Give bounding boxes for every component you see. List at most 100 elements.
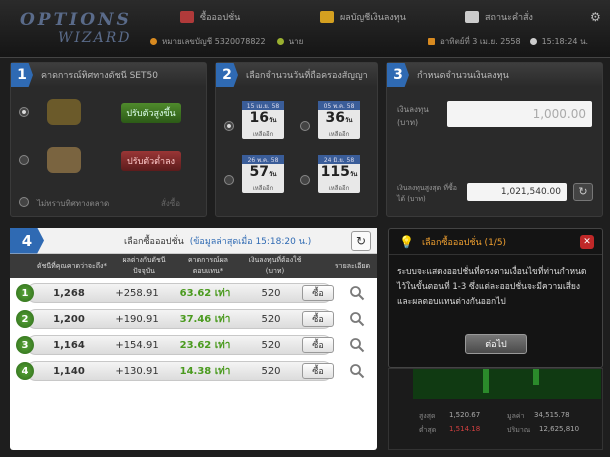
stat-amt: 12,625,810 — [539, 425, 580, 433]
stat-low-label: ต่ำสุด — [419, 426, 437, 434]
user-icon — [276, 37, 284, 45]
step4-panel: 4 เลือกซื้อออปชั่น (ข้อมูลล่าสุดเมื่อ 15… — [10, 227, 377, 450]
expiry-option-3[interactable]: 26 พ.ค. 58 57วัน เหลืออีก — [242, 155, 284, 193]
index-diff: +154.91 — [115, 339, 159, 351]
stat-high-label: สูงสุด — [419, 412, 436, 420]
step-title: เลือกซื้อออปชั่น — [124, 236, 184, 247]
max-invest-label: เงินลงทุนสูงสุด ที่ซื้อได้ (บาท) — [397, 184, 458, 203]
step-number: 4 — [10, 227, 44, 254]
stat-vol-label: มูลค่า — [507, 412, 525, 420]
max-invest-value: 1,021,540.00 — [467, 183, 567, 201]
expected-return: 37.46 เท่า — [179, 313, 231, 325]
stat-low: 1,514.18 — [449, 425, 481, 433]
cart-icon — [180, 11, 194, 23]
app-logo-sub: WIZARD — [58, 30, 132, 46]
step-title: เลือกจำนวนวันที่ถือครองสัญญา — [246, 71, 368, 81]
expected-return: 63.62 เท่า — [179, 287, 231, 299]
row-number: 1 — [16, 284, 34, 302]
account-icon — [150, 37, 157, 45]
search-icon[interactable] — [349, 337, 365, 353]
bull-icon — [47, 99, 81, 125]
refresh-max-button[interactable]: ↻ — [573, 183, 593, 201]
search-icon[interactable] — [349, 285, 365, 301]
buy-button[interactable]: ซื้อ — [302, 337, 334, 353]
chart-plot — [413, 369, 601, 399]
tab-buy-options[interactable]: ซื้อออปชั่น — [180, 8, 240, 26]
radio-expiry-3[interactable] — [224, 175, 234, 185]
index-diff: +190.91 — [115, 313, 159, 325]
top-bar: OPTIONS WIZARD ซื้อออปชั่น ผลบัญชีเงินลง… — [0, 0, 610, 58]
step1-panel: 1 คาดการณ์ทิศทางดัชนี SET50 ปรับตัวสูงขึ… — [10, 62, 207, 217]
app-logo: OPTIONS — [20, 10, 132, 30]
index-diff: +130.91 — [115, 365, 159, 377]
price-chart: สูงสุด 1,520.67 มูลค่า 34,515.78 ต่ำสุด … — [388, 368, 603, 450]
col-diff: ผลต่างกับดัชนีปัจจุบัน — [122, 256, 166, 275]
search-icon[interactable] — [349, 363, 365, 379]
buy-button[interactable]: ซื้อ — [302, 363, 334, 379]
search-icon[interactable] — [349, 311, 365, 327]
stat-vol: 34,515.78 — [534, 411, 570, 419]
step3-panel: 3 กำหนดจำนวนเงินลงทุน เงินลงทุน (บาท) 1,… — [386, 62, 603, 217]
radio-expiry-4[interactable] — [300, 175, 310, 185]
col-target: ดัชนีที่คุณคาดว่าจะถึง* — [37, 261, 107, 270]
bull-option-button[interactable]: ปรับตัวสูงขึ้น — [121, 103, 181, 123]
last-updated: (ข้อมูลล่าสุดเมื่อ 15:18:20 น.) — [189, 236, 312, 247]
required-cost: 520 — [261, 365, 281, 377]
table-header: ดัชนีที่คุณคาดว่าจะถึง* ผลต่างกับดัชนีปั… — [10, 254, 377, 278]
refresh-icon: ↻ — [578, 185, 588, 198]
radio-sideways[interactable] — [19, 197, 29, 207]
required-cost: 520 — [261, 339, 281, 351]
radio-bull[interactable] — [19, 107, 29, 117]
gear-icon: ⚙ — [590, 10, 601, 24]
table-row: 3 1,164 +154.91 23.62 เท่า 520 ซื้อ — [16, 334, 371, 356]
col-return: คาดการณ์ผลตอบแทน* — [188, 256, 228, 275]
expected-return: 23.62 เท่า — [179, 339, 231, 351]
step-number: 2 — [216, 63, 238, 87]
expiry-option-2[interactable]: 05 พ.ค. 58 36วัน เหลืออีก — [318, 101, 360, 139]
row-number: 3 — [16, 336, 34, 354]
required-cost: 520 — [261, 313, 281, 325]
sideways-hint: สั่งซื้อ — [161, 199, 181, 208]
tab-portfolio[interactable]: ผลบัญชีเงินลงทุน — [320, 8, 406, 26]
col-details: รายละเอียด — [334, 261, 370, 270]
bear-icon — [47, 147, 81, 173]
refresh-button[interactable]: ↻ — [351, 231, 371, 251]
expected-return: 14.38 เท่า — [179, 365, 231, 377]
table-row: 2 1,200 +190.91 37.46 เท่า 520 ซื้อ — [16, 308, 371, 330]
settings-button[interactable]: ⚙ — [590, 8, 601, 26]
buy-button[interactable]: ซื้อ — [302, 285, 334, 301]
lightbulb-icon: 💡 — [399, 234, 414, 249]
step2-panel: 2 เลือกจำนวนวันที่ถือครองสัญญา 15 เม.ย. … — [215, 62, 378, 217]
buy-button[interactable]: ซื้อ — [302, 311, 334, 327]
row-number: 4 — [16, 362, 34, 380]
table-row: 1 1,268 +258.91 63.62 เท่า 520 ซื้อ — [16, 282, 371, 304]
target-index: 1,164 — [53, 339, 85, 351]
stat-amt-label: ปริมาณ — [507, 426, 531, 434]
step-title: คาดการณ์ทิศทางดัชนี SET50 — [41, 71, 158, 81]
tip-title: เลือกซื้อออปชั่น (1/5) — [421, 237, 507, 248]
calendar-icon — [428, 37, 435, 45]
clock-icon — [529, 37, 537, 45]
invest-label: เงินลงทุน (บาท) — [397, 105, 429, 127]
target-index: 1,268 — [53, 287, 85, 299]
chart-bar — [483, 369, 489, 393]
col-cost: เงินลงทุนที่ต้องใช้ (บาท) — [248, 256, 302, 275]
stat-high: 1,520.67 — [449, 411, 481, 419]
close-icon[interactable]: ✕ — [580, 235, 594, 249]
expiry-option-1[interactable]: 15 เม.ย. 58 16วัน เหลืออีก — [242, 101, 284, 139]
invest-amount-input[interactable]: 1,000.00 — [447, 101, 592, 127]
help-tip-panel: 💡 เลือกซื้อออปชั่น (1/5) ✕ ระบบจะแสดงออป… — [388, 228, 603, 368]
expiry-option-4[interactable]: 24 มิ.ย. 58 115วัน เหลืออีก — [318, 155, 360, 193]
refresh-icon: ↻ — [355, 234, 367, 248]
radio-expiry-1[interactable] — [224, 121, 234, 131]
target-index: 1,200 — [53, 313, 85, 325]
bear-option-button[interactable]: ปรับตัวต่ำลง — [121, 151, 181, 171]
chart-bar — [533, 369, 539, 385]
datetime-info: อาทิตย์ที่ 3 เม.ย. 2558 15:18:24 น. — [428, 34, 588, 48]
next-button[interactable]: ต่อไป — [465, 334, 527, 354]
step-title: กำหนดจำนวนเงินลงทุน — [417, 71, 509, 81]
tab-order-status[interactable]: สถานะคำสั่ง — [465, 8, 533, 26]
radio-expiry-2[interactable] — [300, 121, 310, 131]
radio-bear[interactable] — [19, 155, 29, 165]
account-info: หมายเลขบัญชี 5320078822 นาย — [150, 34, 303, 48]
